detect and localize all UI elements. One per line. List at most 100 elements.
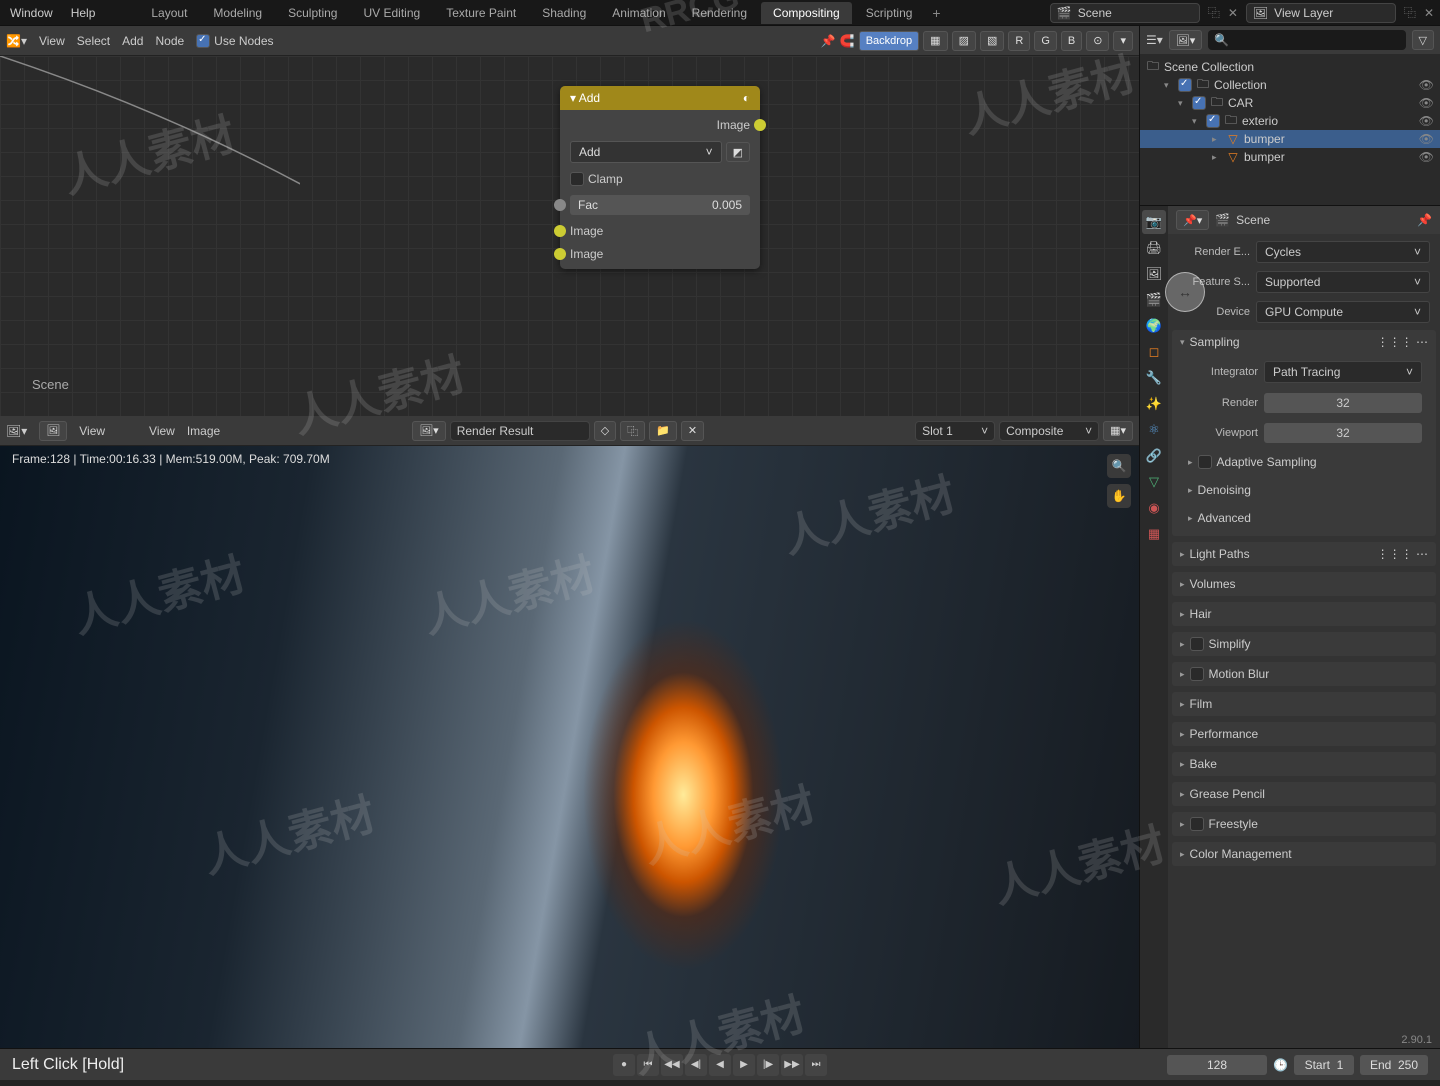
outliner-type-icon[interactable]: ☰▾ xyxy=(1146,33,1163,47)
backdrop-button[interactable]: Backdrop xyxy=(859,31,919,51)
ws-uv[interactable]: UV Editing xyxy=(351,2,432,24)
tab-modifier[interactable]: 🔧 xyxy=(1142,366,1166,390)
tab-scene[interactable]: 🎬 xyxy=(1142,288,1166,312)
outliner-search[interactable]: 🔍 xyxy=(1208,30,1405,50)
tab-world[interactable]: 🌍 xyxy=(1142,314,1166,338)
tl-frame-prev[interactable]: ◀| xyxy=(685,1054,707,1076)
node-menu-node[interactable]: Node xyxy=(155,34,184,48)
scene-new-icon[interactable]: ⿻ xyxy=(1208,4,1220,21)
render-engine-select[interactable]: Cycles˅ xyxy=(1256,241,1430,263)
channel-btn-3[interactable]: ▧ xyxy=(980,31,1004,51)
section-hair[interactable]: ▸Hair xyxy=(1172,602,1436,626)
snap-icon[interactable]: 🧲 xyxy=(840,34,855,48)
section-film[interactable]: ▸Film xyxy=(1172,692,1436,716)
section-volumes[interactable]: ▸Volumes xyxy=(1172,572,1436,596)
channel-btn-1[interactable]: ▦ xyxy=(923,31,947,51)
clock-icon[interactable]: 🕒 xyxy=(1273,1058,1288,1072)
tab-output[interactable]: 🖨 xyxy=(1142,236,1166,260)
chevron-right-icon[interactable]: ▸ xyxy=(1212,152,1222,163)
channel-btn-2[interactable]: ▨ xyxy=(952,31,976,51)
ws-modeling[interactable]: Modeling xyxy=(201,2,274,24)
section-freestyle[interactable]: ▸Freestyle xyxy=(1172,812,1436,836)
tab-render[interactable]: 📷 xyxy=(1142,210,1166,234)
section-denoising[interactable]: ▸Denoising xyxy=(1180,478,1428,502)
channel-g[interactable]: G xyxy=(1034,31,1057,51)
eye-icon[interactable]: 👁 xyxy=(1419,132,1434,146)
render-result-field[interactable]: Render Result xyxy=(450,421,590,441)
img-unlink-icon[interactable]: ✕ xyxy=(681,421,704,441)
render-samples[interactable]: 32 xyxy=(1264,393,1422,413)
eye-icon[interactable]: 👁 xyxy=(1419,150,1434,164)
tab-viewlayer[interactable]: 🖼 xyxy=(1142,262,1166,286)
img-open-icon[interactable]: 📁 xyxy=(649,421,677,441)
ws-texpaint[interactable]: Texture Paint xyxy=(434,2,528,24)
ws-add[interactable]: + xyxy=(926,5,946,21)
use-nodes-toggle[interactable]: Use Nodes xyxy=(196,34,273,48)
eye-icon[interactable]: 👁 xyxy=(1419,114,1434,128)
section-advanced[interactable]: ▸Advanced xyxy=(1180,506,1428,530)
scene-close-icon[interactable]: ✕ xyxy=(1228,6,1238,20)
node-menu-view[interactable]: View xyxy=(39,34,65,48)
chevron-down-icon[interactable]: ▾ xyxy=(1164,80,1174,91)
img-menu-view2[interactable]: View xyxy=(149,424,175,438)
viewlayer-new-icon[interactable]: ⿻ xyxy=(1404,4,1416,21)
node-preview-icon[interactable]: ◐ xyxy=(743,91,750,105)
chevron-right-icon[interactable]: ▸ xyxy=(1212,134,1222,145)
img-display-icon[interactable]: ▦▾ xyxy=(1103,421,1133,441)
section-simplify[interactable]: ▸Simplify xyxy=(1172,632,1436,656)
start-frame[interactable]: Start 1 xyxy=(1294,1055,1354,1075)
tl-key-prev[interactable]: ◀◀ xyxy=(661,1054,683,1076)
section-performance[interactable]: ▸Performance xyxy=(1172,722,1436,746)
car-check[interactable] xyxy=(1192,96,1206,110)
section-light-paths[interactable]: ▸Light Paths⋮⋮⋮ ⋯ xyxy=(1172,542,1436,566)
channel-r[interactable]: R xyxy=(1008,31,1030,51)
socket-fac[interactable] xyxy=(554,199,566,211)
end-frame[interactable]: End 250 xyxy=(1360,1055,1428,1075)
section-grease-pencil[interactable]: ▸Grease Pencil xyxy=(1172,782,1436,806)
tab-constraint[interactable]: 🔗 xyxy=(1142,444,1166,468)
eye-icon[interactable]: 👁 xyxy=(1419,78,1434,92)
tl-key-next[interactable]: ▶▶ xyxy=(781,1054,803,1076)
node-blend-mode[interactable]: Add˅ xyxy=(570,141,722,163)
image-editor-type-icon[interactable]: 🖼▾ xyxy=(6,424,27,438)
ws-rendering[interactable]: Rendering xyxy=(680,2,759,24)
outliner-filter-icon[interactable]: ▽ xyxy=(1412,30,1434,50)
node-menu-add[interactable]: Add xyxy=(122,34,143,48)
channel-extra-2[interactable]: ▾ xyxy=(1113,31,1133,51)
tab-texture[interactable]: ▦ xyxy=(1142,522,1166,546)
img-menu-view1[interactable]: View xyxy=(79,424,105,438)
tree-collection[interactable]: ▾ 🗀 Collection 👁 xyxy=(1140,76,1440,94)
section-color-mgmt[interactable]: ▸Color Management xyxy=(1172,842,1436,866)
img-link-icon[interactable]: ◇ xyxy=(594,421,616,441)
socket-image2[interactable] xyxy=(554,248,566,260)
img-menu-image[interactable]: Image xyxy=(187,424,220,438)
integrator-select[interactable]: Path Tracing˅ xyxy=(1264,361,1422,383)
node-editor-viewport[interactable]: ▾ Add ◐ Image Add˅ ◩ xyxy=(0,56,1139,416)
pin-prop-icon[interactable]: 📌 xyxy=(1417,213,1432,227)
outliner-display-icon[interactable]: 🖼▾ xyxy=(1169,30,1203,50)
node-header[interactable]: ▾ Add ◐ xyxy=(560,86,760,110)
pass-selector[interactable]: Composite˅ xyxy=(999,421,1099,441)
chevron-down-icon[interactable]: ▾ xyxy=(1192,116,1202,127)
tree-bumper1[interactable]: ▸ ▽ bumper 👁 xyxy=(1140,130,1440,148)
viewlayer-close-icon[interactable]: ✕ xyxy=(1424,6,1434,20)
node-alpha-toggle[interactable]: ◩ xyxy=(726,142,750,162)
menu-help[interactable]: Help xyxy=(71,6,96,20)
viewport-samples[interactable]: 32 xyxy=(1264,423,1422,443)
tl-jump-end[interactable]: ⏭ xyxy=(805,1054,827,1076)
slot-selector[interactable]: Slot 1˅ xyxy=(915,421,995,441)
ws-animation[interactable]: Animation xyxy=(600,2,677,24)
tab-object[interactable]: ◻ xyxy=(1142,340,1166,364)
ws-compositing[interactable]: Compositing xyxy=(761,2,852,24)
tree-bumper2[interactable]: ▸ ▽ bumper 👁 xyxy=(1140,148,1440,166)
tl-jump-start[interactable]: ⏮ xyxy=(637,1054,659,1076)
socket-out-image[interactable] xyxy=(754,119,766,131)
ext-check[interactable] xyxy=(1206,114,1220,128)
section-sampling-header[interactable]: ▾Sampling ⋮⋮⋮ ⋯ xyxy=(1172,330,1436,354)
ws-sculpting[interactable]: Sculpting xyxy=(276,2,349,24)
tl-auto-key[interactable]: ● xyxy=(613,1054,635,1076)
use-nodes-checkbox[interactable] xyxy=(196,34,210,48)
tree-scene-collection[interactable]: 🗀 Scene Collection xyxy=(1140,58,1440,76)
image-mode-icon[interactable]: 🖼 xyxy=(39,421,67,441)
ws-shading[interactable]: Shading xyxy=(530,2,598,24)
